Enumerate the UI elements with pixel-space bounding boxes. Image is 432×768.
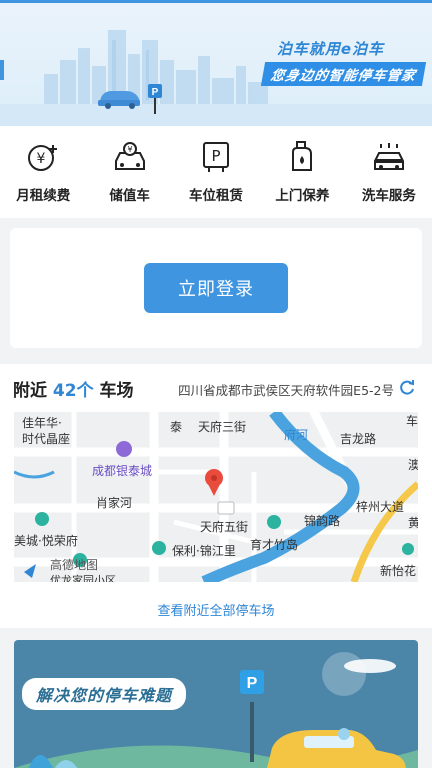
map-label: 成都银泰城 bbox=[92, 464, 153, 478]
stored-value-car-icon: ¥ bbox=[112, 140, 148, 174]
map-label: 优龙家园小区 bbox=[50, 574, 116, 582]
current-address: 四川省成都市武侯区天府软件园E5-2号 bbox=[178, 383, 394, 398]
nearby-heading: 附近 42个 车场 bbox=[13, 376, 134, 401]
oil-bottle-icon bbox=[284, 140, 320, 174]
top-banner[interactable]: P 泊车就用e泊车 您身边的智能停车管家 bbox=[0, 0, 432, 126]
service-label: 月租续费 bbox=[16, 188, 71, 204]
login-button[interactable]: 立即登录 bbox=[144, 263, 288, 313]
nearby-prefix: 附近 bbox=[13, 381, 47, 401]
svg-text:¥: ¥ bbox=[37, 151, 46, 167]
banner-slogan-main: 泊车就用e泊车 bbox=[276, 40, 384, 58]
refresh-icon[interactable] bbox=[398, 378, 416, 396]
nearby-parking-section: 附近 42个 车场 四川省成都市武侯区天府软件园E5-2号 佳年华· 时代晶座 … bbox=[0, 364, 432, 628]
service-parking-rental[interactable]: P 车位租赁 bbox=[173, 126, 259, 218]
amap-logo-text: 高德地图 bbox=[50, 558, 99, 572]
service-label: 上门保养 bbox=[275, 188, 330, 204]
service-label: 车位租赁 bbox=[189, 188, 244, 204]
service-home-maintenance[interactable]: 上门保养 bbox=[259, 126, 345, 218]
service-car-wash[interactable]: 洗车服务 bbox=[346, 126, 432, 218]
map-label: 天府五街 bbox=[200, 520, 249, 534]
nearby-count: 42个 bbox=[52, 381, 94, 401]
map-label: 黄 bbox=[408, 516, 418, 530]
svg-text:¥: ¥ bbox=[127, 145, 132, 154]
service-label: 洗车服务 bbox=[361, 188, 416, 204]
login-card: 立即登录 bbox=[10, 228, 422, 348]
map-label: 育才竹岛 bbox=[250, 538, 299, 552]
map-label: 天府三街 bbox=[198, 420, 247, 434]
service-stored-value-car[interactable]: ¥ 储值车 bbox=[86, 126, 172, 218]
map-label: 车 bbox=[406, 414, 418, 428]
map-label: 澳 bbox=[408, 458, 418, 472]
promo-title: 解决您的停车难题 bbox=[22, 678, 187, 710]
nearby-map[interactable]: 佳年华· 时代晶座 成都银泰城 肖家河 天府三街 府河 吉龙路 天府五街 锦韵路… bbox=[14, 412, 418, 582]
svg-text:P: P bbox=[152, 87, 159, 98]
map-label: 时代晶座 bbox=[22, 432, 71, 446]
map-label: 肖家河 bbox=[96, 496, 133, 510]
map-label: 府河 bbox=[284, 428, 309, 442]
map-label: 锦韵路 bbox=[304, 514, 341, 528]
map-label: 美城·悦荣府 bbox=[14, 534, 78, 548]
promo-banner[interactable]: P 解决您的停车难题 bbox=[14, 640, 418, 768]
parking-space-icon: P bbox=[198, 140, 234, 174]
map-label: 保利·锦江里 bbox=[172, 544, 236, 558]
map-label: 吉龙路 bbox=[340, 432, 377, 446]
service-grid: ¥ 月租续费 ¥ 储值车 P 车位租赁 上门保养 洗车服务 bbox=[0, 126, 432, 218]
map-label: 新怡花 bbox=[380, 564, 417, 578]
nearby-suffix: 车场 bbox=[99, 381, 134, 401]
map-label: 泰 bbox=[170, 420, 183, 434]
service-label: 储值车 bbox=[109, 188, 150, 204]
svg-text:P: P bbox=[211, 147, 220, 165]
banner-slogan-sub: 您身边的智能停车管家 bbox=[260, 62, 427, 86]
car-wash-icon bbox=[371, 140, 407, 174]
yen-coin-icon: ¥ bbox=[25, 140, 61, 174]
view-all-parking-link[interactable]: 查看附近全部停车场 bbox=[0, 600, 432, 619]
svg-text:P: P bbox=[247, 675, 258, 692]
service-monthly-renewal[interactable]: ¥ 月租续费 bbox=[0, 126, 86, 218]
map-label: 佳年华· bbox=[22, 416, 62, 430]
map-label: 梓州大道 bbox=[356, 500, 405, 514]
